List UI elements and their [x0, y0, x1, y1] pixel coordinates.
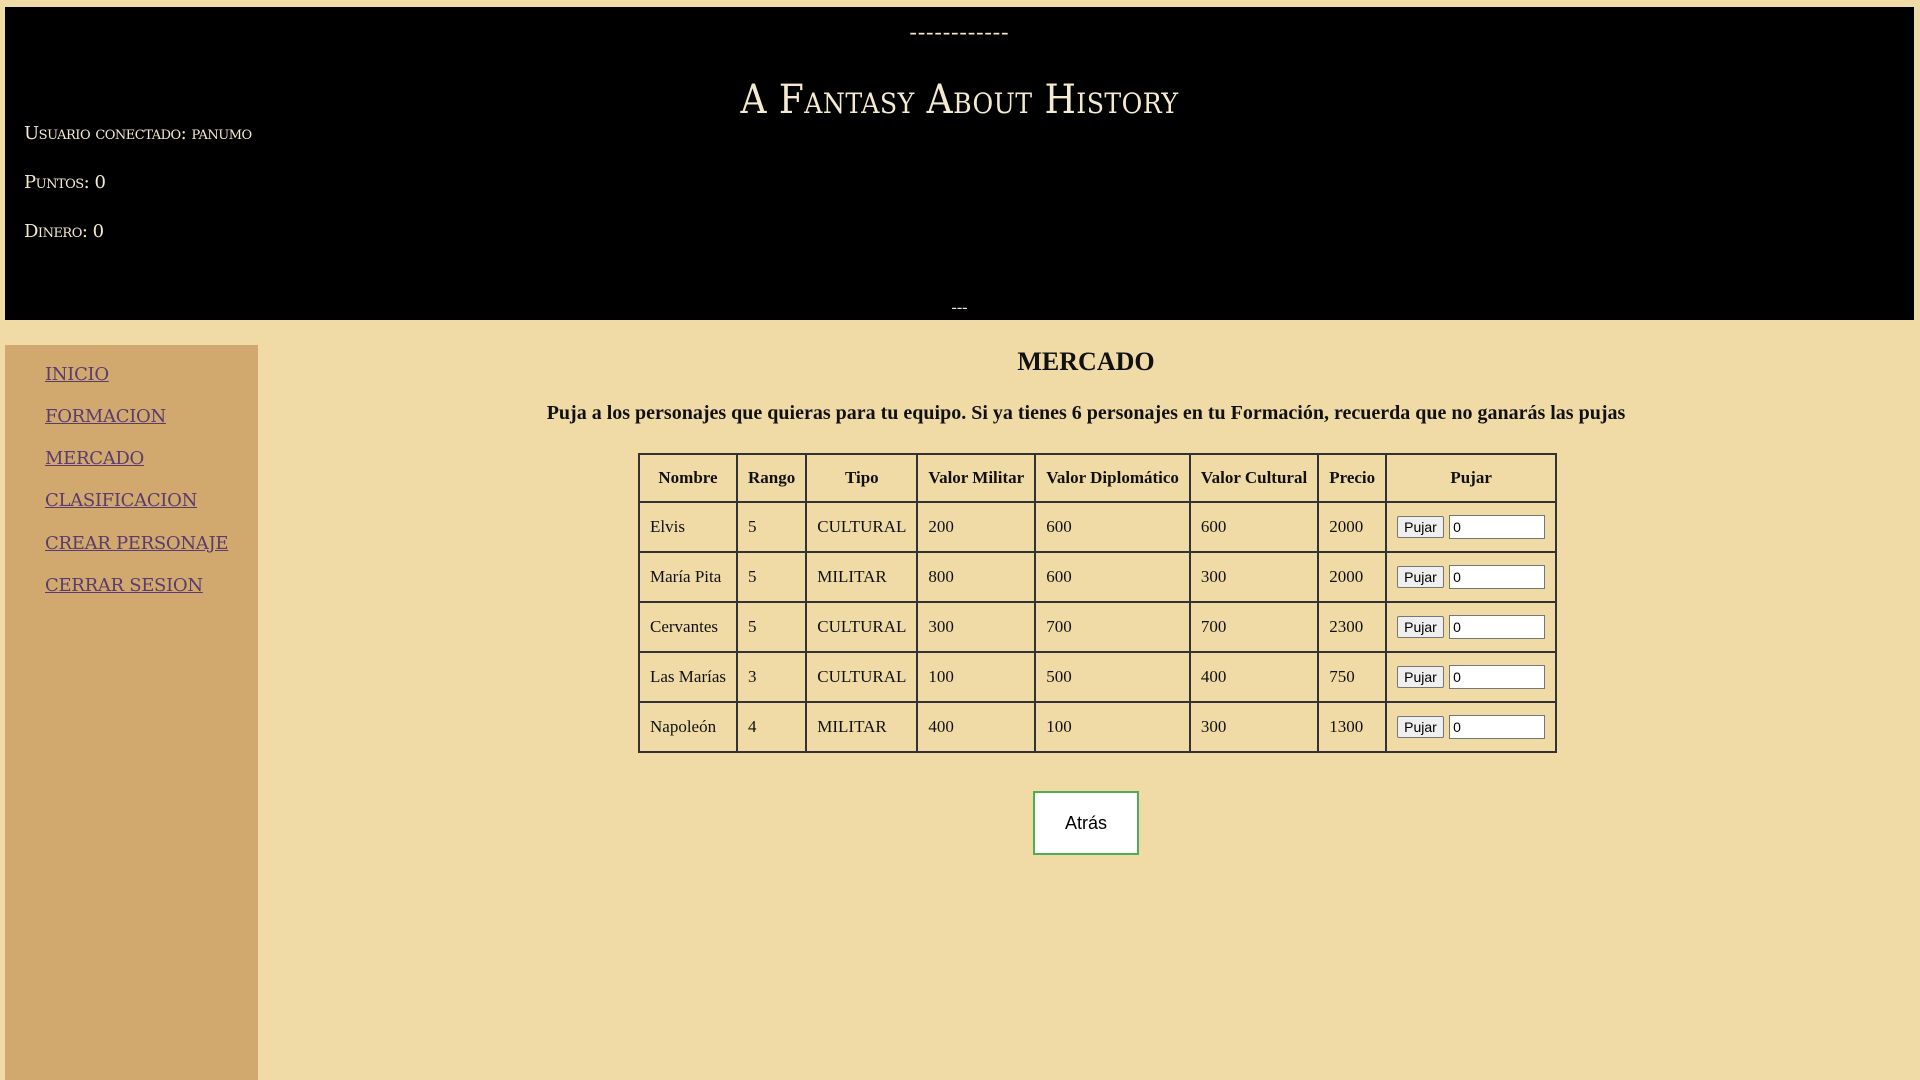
cell-valor-diplomatico: 700 [1034, 601, 1191, 653]
cell-valor-militar: 400 [916, 701, 1037, 753]
cell-valor-militar: 100 [916, 651, 1037, 703]
cell-tipo: CULTURAL [805, 601, 919, 653]
cell-precio: 2000 [1317, 501, 1388, 553]
column-header-precio: Precio [1317, 453, 1388, 503]
site-header: ------------ A Fantasy About History Usu… [5, 7, 1914, 320]
sidebar-item-crear-personaje: CREAR PERSONAJE [45, 533, 229, 554]
cell-rango: 3 [736, 651, 808, 703]
column-header-valor-cultural: Valor Cultural [1188, 453, 1320, 503]
cell-valor-diplomatico: 600 [1034, 551, 1191, 603]
bid-button[interactable]: Pujar [1397, 566, 1444, 588]
sidebar-item-cerrar-sesion: CERRAR SESION [45, 575, 203, 596]
cell-tipo: MILITAR [805, 551, 919, 603]
bid-amount-input[interactable] [1449, 665, 1546, 689]
cell-valor-diplomatico: 600 [1034, 501, 1191, 553]
bid-amount-input[interactable] [1449, 565, 1546, 589]
column-header-valor-militar: Valor Militar [916, 453, 1037, 503]
cell-rango: 5 [736, 551, 808, 603]
cell-nombre: Las Marías [637, 651, 739, 703]
cell-nombre: María Pita [637, 551, 739, 603]
top-separator: ------------ [909, 19, 1010, 44]
cell-tipo: CULTURAL [805, 651, 919, 703]
money-display: Dinero: 0 [24, 221, 104, 242]
cell-valor-cultural: 300 [1188, 551, 1320, 603]
column-header-rango: Rango [736, 453, 808, 503]
column-header-tipo: Tipo [805, 453, 919, 503]
sidebar-item-inicio: INICIO [45, 364, 109, 385]
nav-link-cerrar-sesion[interactable]: CERRAR SESION [45, 575, 203, 596]
bid-button[interactable]: Pujar [1397, 716, 1444, 738]
bid-amount-input[interactable] [1449, 715, 1546, 739]
page-title: MERCADO [1017, 347, 1155, 376]
cell-valor-militar: 300 [916, 601, 1037, 653]
cell-nombre: Cervantes [637, 601, 739, 653]
cell-pujar: Pujar [1385, 501, 1558, 553]
bottom-separator: --- [951, 299, 968, 316]
cell-rango: 5 [736, 601, 808, 653]
table-header-row: Nombre Rango Tipo Valor Militar Valor Di… [637, 453, 1558, 503]
sidebar-item-mercado: MERCADO [45, 448, 144, 469]
column-header-pujar: Pujar [1385, 453, 1558, 503]
table-row: Elvis 5 CULTURAL 200 600 600 2000 Pujar [637, 501, 1558, 553]
cell-tipo: CULTURAL [805, 501, 919, 553]
sidebar-nav: INICIO FORMACION MERCADO CLASIFICACION C… [5, 345, 258, 1080]
market-instructions: Puja a los personajes que quieras para t… [546, 402, 1626, 424]
cell-pujar: Pujar [1385, 651, 1558, 703]
column-header-valor-diplomatico: Valor Diplomático [1034, 453, 1191, 503]
cell-valor-diplomatico: 500 [1034, 651, 1191, 703]
cell-pujar: Pujar [1385, 701, 1558, 753]
column-header-nombre: Nombre [637, 453, 739, 503]
nav-link-crear-personaje[interactable]: CREAR PERSONAJE [45, 533, 229, 554]
cell-rango: 4 [736, 701, 808, 753]
table-row: María Pita 5 MILITAR 800 600 300 2000 Pu… [637, 551, 1558, 603]
sidebar-item-formacion: FORMACION [45, 406, 166, 427]
cell-pujar: Pujar [1385, 551, 1558, 603]
cell-precio: 2300 [1317, 601, 1388, 653]
sidebar-item-clasificacion: CLASIFICACION [45, 490, 197, 511]
bid-amount-input[interactable] [1449, 615, 1546, 639]
cell-valor-militar: 200 [916, 501, 1037, 553]
cell-valor-cultural: 600 [1188, 501, 1320, 553]
cell-rango: 5 [736, 501, 808, 553]
market-table: Nombre Rango Tipo Valor Militar Valor Di… [637, 453, 1558, 753]
nav-link-formacion[interactable]: FORMACION [45, 406, 166, 427]
table-row: Las Marías 3 CULTURAL 100 500 400 750 Pu… [637, 651, 1558, 703]
connected-user: Usuario conectado: panumo [24, 123, 252, 144]
points-display: Puntos: 0 [24, 172, 106, 193]
bid-amount-input[interactable] [1449, 515, 1546, 539]
cell-precio: 1300 [1317, 701, 1388, 753]
back-button[interactable]: Atrás [1033, 791, 1139, 855]
table-row: Cervantes 5 CULTURAL 300 700 700 2300 Pu… [637, 601, 1558, 653]
cell-nombre: Elvis [637, 501, 739, 553]
cell-valor-cultural: 300 [1188, 701, 1320, 753]
cell-valor-cultural: 400 [1188, 651, 1320, 703]
bid-button[interactable]: Pujar [1397, 516, 1444, 538]
bid-button[interactable]: Pujar [1397, 616, 1444, 638]
cell-tipo: MILITAR [805, 701, 919, 753]
nav-link-clasificacion[interactable]: CLASIFICACION [45, 490, 197, 511]
cell-pujar: Pujar [1385, 601, 1558, 653]
cell-valor-cultural: 700 [1188, 601, 1320, 653]
bid-button[interactable]: Pujar [1397, 666, 1444, 688]
site-title: A Fantasy About History [740, 77, 1179, 123]
cell-valor-diplomatico: 100 [1034, 701, 1191, 753]
cell-precio: 2000 [1317, 551, 1388, 603]
cell-nombre: Napoleón [637, 701, 739, 753]
cell-precio: 750 [1317, 651, 1388, 703]
table-row: Napoleón 4 MILITAR 400 100 300 1300 Puja… [637, 701, 1558, 753]
nav-link-inicio[interactable]: INICIO [45, 364, 109, 385]
cell-valor-militar: 800 [916, 551, 1037, 603]
nav-link-mercado[interactable]: MERCADO [45, 448, 144, 469]
